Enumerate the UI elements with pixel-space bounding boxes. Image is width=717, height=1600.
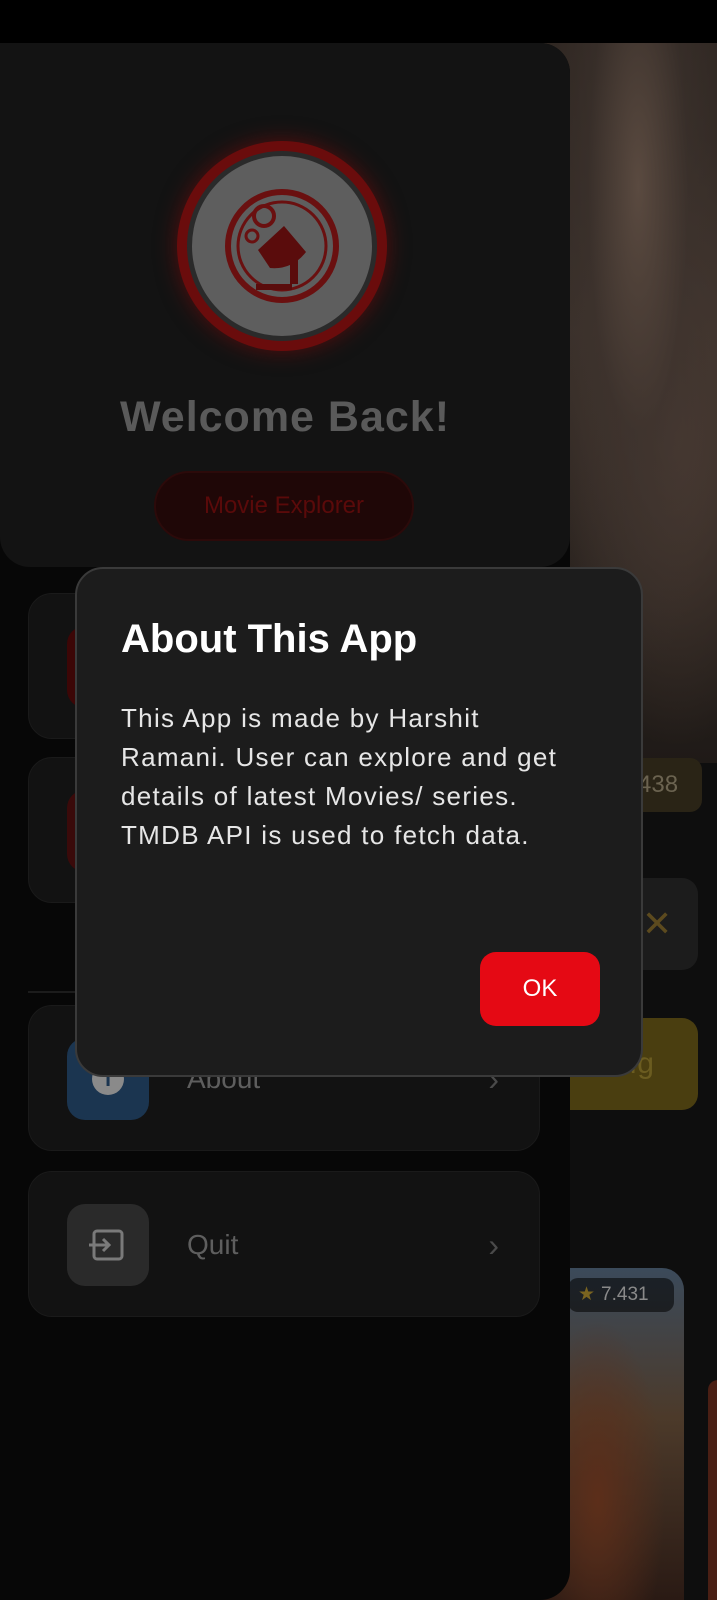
dialog-title: About This App	[121, 617, 418, 661]
dialog-message: This App is made by Harshit Ramani. User…	[121, 703, 558, 850]
close-icon: ✕	[642, 903, 673, 944]
movie-poster-card[interactable]	[708, 1380, 717, 1600]
status-bar	[0, 0, 717, 43]
about-dialog: About This App This App is made by Harsh…	[75, 567, 643, 1077]
film-reel-icon	[225, 189, 339, 303]
drawer-header: Welcome Back! Movie Explorer	[0, 43, 570, 567]
drawer-item-label: Quit	[187, 1229, 239, 1260]
poster-rating-value: 7.431	[601, 1284, 649, 1305]
poster-rating-badge: ★ 7.431	[568, 1278, 674, 1312]
welcome-heading: Welcome Back!	[119, 393, 451, 441]
app-name-badge: Movie Explorer	[154, 471, 414, 541]
ok-button[interactable]: OK	[480, 952, 600, 1026]
drawer-item-quit[interactable]: Quit ›	[28, 1171, 540, 1317]
app-logo	[177, 141, 387, 351]
exit-icon	[67, 1204, 149, 1286]
star-icon: ★	[578, 1284, 596, 1305]
chevron-right-icon: ›	[488, 1227, 499, 1263]
